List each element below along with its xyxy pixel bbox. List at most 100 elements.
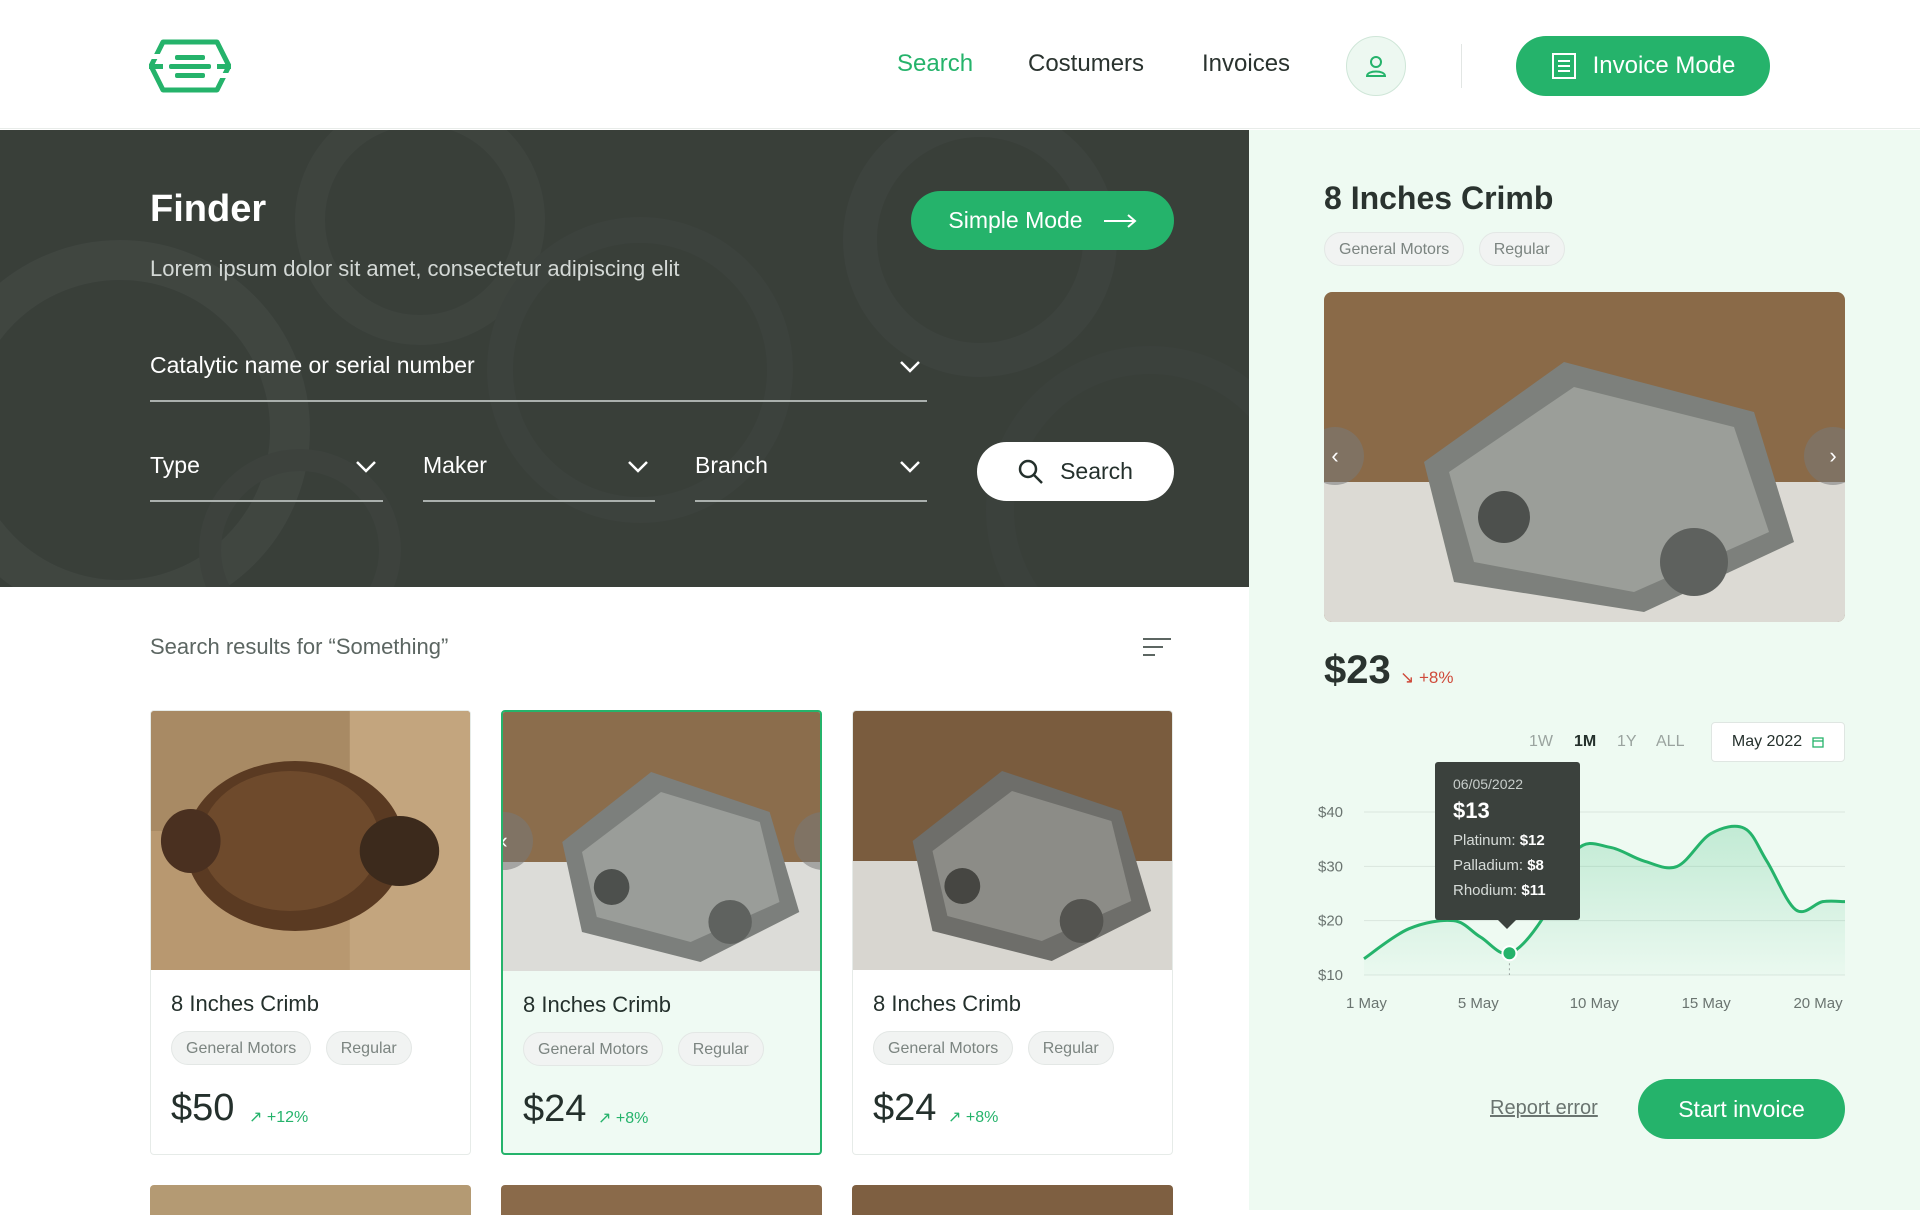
card-change: ↗ +12% — [249, 1107, 308, 1127]
detail-image-carousel: ‹ › — [1324, 292, 1845, 622]
tag-maker: General Motors — [523, 1032, 664, 1066]
type-label: Type — [150, 452, 200, 478]
price-chart[interactable]: $10 $20 $30 $40 1 May 5 May 10 May 15 May 20 May — [1300, 760, 1860, 1020]
card-price: $50 — [171, 1087, 235, 1129]
tag-type: Regular — [325, 1031, 412, 1065]
trend-up-icon: ↗ — [948, 1109, 962, 1126]
invoice-mode-label: Invoice Mode — [1592, 52, 1736, 79]
tooltip-date: 06/05/2022 — [1453, 776, 1524, 792]
profile-button[interactable] — [1346, 36, 1406, 96]
card-title: 8 Inches Crimb — [873, 991, 1021, 1016]
calendar-icon — [1812, 737, 1824, 748]
header-divider — [1461, 44, 1462, 88]
tooltip-rhodium: Rhodium: $11 — [1453, 882, 1546, 899]
tooltip-palladium: Palladium: $8 — [1453, 857, 1544, 874]
chevron-left-icon: ‹ — [1331, 443, 1339, 468]
search-icon — [1018, 459, 1043, 484]
result-card[interactable] — [150, 1185, 471, 1215]
results-heading: Search results for “Something” — [150, 634, 449, 659]
chevron-down-icon — [356, 461, 376, 473]
card-change: ↗ +8% — [598, 1108, 648, 1128]
x-tick-label: 5 May — [1458, 995, 1499, 1012]
x-tick-label: 20 May — [1793, 995, 1843, 1012]
detail-price: $23 — [1324, 648, 1391, 692]
report-error-link[interactable]: Report error — [1490, 1097, 1598, 1120]
product-image — [1324, 292, 1845, 622]
chart-tooltip: 06/05/2022 $13 Platinum: $12 Palladium: … — [1435, 762, 1580, 920]
detail-change: ↘ +8% — [1400, 668, 1453, 688]
tag-type: Regular — [1478, 232, 1565, 266]
branch-label: Branch — [695, 452, 768, 478]
range-1m[interactable]: 1M — [1574, 733, 1596, 751]
chevron-down-icon — [628, 461, 648, 473]
result-card[interactable]: 8 Inches Crimb General Motors Regular $5… — [150, 710, 471, 1155]
x-tick-label: 10 May — [1570, 995, 1620, 1012]
detail-change-value: +8% — [1418, 668, 1454, 687]
x-tick-label: 1 May — [1346, 995, 1387, 1012]
highlight-point[interactable] — [1501, 945, 1518, 962]
card-change: ↗ +8% — [948, 1107, 998, 1127]
tag-maker: General Motors — [1324, 232, 1465, 266]
tooltip-value: $13 — [1453, 798, 1490, 823]
start-invoice-label: Start invoice — [1678, 1095, 1805, 1122]
chevron-left-icon: ‹ — [501, 828, 508, 853]
top-header: Search Costumers Invoices Invoice Mode — [0, 0, 1920, 129]
nav-invoices[interactable]: Invoices — [1202, 50, 1290, 78]
search-button[interactable]: Search — [977, 442, 1174, 501]
card-price: $24 — [873, 1087, 937, 1129]
sort-filter-icon[interactable] — [1143, 637, 1171, 657]
card-title: 8 Inches Crimb — [171, 991, 319, 1016]
y-tick-label: $10 — [1318, 967, 1343, 984]
product-image — [151, 711, 470, 970]
type-select[interactable]: Type — [150, 452, 383, 502]
y-tick-label: $30 — [1318, 858, 1343, 875]
nav-search[interactable]: Search — [897, 50, 973, 78]
brand-logo[interactable] — [149, 38, 231, 94]
chevron-right-icon: › — [819, 828, 820, 854]
x-tick-label: 15 May — [1682, 995, 1732, 1012]
result-card[interactable]: 8 Inches Crimb General Motors Regular $2… — [852, 710, 1173, 1155]
tooltip-pointer — [1497, 919, 1517, 929]
arrow-right-icon — [1103, 213, 1137, 228]
y-tick-label: $20 — [1318, 913, 1343, 930]
card-change-value: +8% — [615, 1110, 649, 1127]
card-price: $24 — [523, 1088, 587, 1130]
result-card-selected[interactable]: ‹ › 8 Inches Crimb General Motors Regula… — [501, 710, 822, 1155]
invoice-icon — [1551, 53, 1576, 79]
range-1y[interactable]: 1Y — [1617, 733, 1637, 751]
tag-maker: General Motors — [171, 1031, 312, 1065]
finder-hero: Finder Lorem ipsum dolor sit amet, conse… — [0, 130, 1249, 587]
month-picker[interactable]: May 2022 — [1711, 722, 1845, 762]
month-picker-value: May 2022 — [1731, 733, 1803, 750]
simple-mode-label: Simple Mode — [948, 207, 1083, 233]
product-image — [853, 711, 1172, 970]
detail-title: 8 Inches Crimb — [1324, 180, 1554, 216]
catalytic-search-field[interactable]: Catalytic name or serial number — [150, 352, 927, 402]
branch-select[interactable]: Branch — [695, 452, 927, 502]
range-all[interactable]: ALL — [1656, 733, 1684, 751]
tag-type: Regular — [677, 1032, 764, 1066]
card-title: 8 Inches Crimb — [523, 992, 671, 1017]
result-card[interactable] — [501, 1185, 822, 1215]
maker-label: Maker — [423, 452, 487, 478]
trend-up-icon: ↗ — [598, 1110, 612, 1127]
card-change-value: +12% — [266, 1109, 309, 1126]
user-icon — [1365, 56, 1387, 77]
card-change-value: +8% — [965, 1109, 999, 1126]
chevron-down-icon — [900, 461, 920, 473]
chevron-down-icon — [900, 361, 920, 373]
nav-costumers[interactable]: Costumers — [1028, 50, 1144, 78]
simple-mode-button[interactable]: Simple Mode — [911, 191, 1174, 250]
tag-maker: General Motors — [873, 1031, 1014, 1065]
maker-select[interactable]: Maker — [423, 452, 655, 502]
range-1w[interactable]: 1W — [1529, 733, 1553, 751]
result-card[interactable] — [852, 1185, 1173, 1215]
trend-down-icon: ↘ — [1400, 668, 1415, 687]
catalytic-placeholder: Catalytic name or serial number — [150, 352, 475, 378]
invoice-mode-button[interactable]: Invoice Mode — [1516, 36, 1770, 96]
page-title: Finder — [150, 188, 267, 230]
start-invoice-button[interactable]: Start invoice — [1638, 1079, 1845, 1139]
chevron-right-icon: › — [1829, 443, 1837, 468]
search-button-label: Search — [1060, 458, 1133, 484]
y-tick-label: $40 — [1318, 804, 1343, 821]
